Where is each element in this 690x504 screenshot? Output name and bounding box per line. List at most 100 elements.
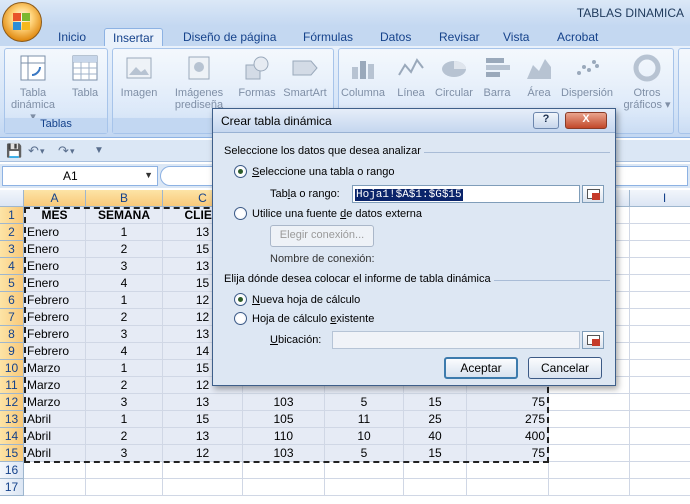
row-header-17[interactable]: 17: [0, 479, 24, 496]
row-header-11[interactable]: 11: [0, 377, 24, 394]
cell-b10[interactable]: 1: [86, 360, 163, 377]
column-chart-button[interactable]: Columna: [339, 53, 387, 99]
cell-b11[interactable]: 2: [86, 377, 163, 394]
cell-i6[interactable]: [630, 292, 690, 309]
pivot-table-button[interactable]: Tabla dinámica ▾: [7, 53, 59, 123]
cell-a12[interactable]: Marzo: [24, 394, 86, 411]
cell-i10[interactable]: [630, 360, 690, 377]
cell-e17[interactable]: [325, 479, 404, 496]
tab-vista[interactable]: Vista: [495, 28, 537, 46]
radio-existing-sheet[interactable]: [234, 312, 247, 325]
cell-b16[interactable]: [86, 462, 163, 479]
row-header-13[interactable]: 13: [0, 411, 24, 428]
save-icon[interactable]: 💾: [6, 143, 22, 159]
cell-b3[interactable]: 2: [86, 241, 163, 258]
radio-existing-sheet-label[interactable]: Hoja de cálculo existente: [252, 313, 374, 325]
cell-d17[interactable]: [243, 479, 325, 496]
cell-a9[interactable]: Febrero: [24, 343, 86, 360]
cell-f17[interactable]: [404, 479, 467, 496]
cell-e16[interactable]: [325, 462, 404, 479]
cell-d13[interactable]: 105: [243, 411, 325, 428]
tab-acrobat[interactable]: Acrobat: [549, 28, 606, 46]
cell-e12[interactable]: 5: [325, 394, 404, 411]
cell-g16[interactable]: [467, 462, 549, 479]
name-box-dropdown-icon[interactable]: ▼: [144, 170, 153, 180]
cell-a17[interactable]: [24, 479, 86, 496]
line-chart-button[interactable]: Línea: [391, 53, 431, 99]
cell-h15[interactable]: [549, 445, 630, 462]
cell-b12[interactable]: 3: [86, 394, 163, 411]
cell-f15[interactable]: 15: [404, 445, 467, 462]
cell-a13[interactable]: Abril: [24, 411, 86, 428]
row-header-9[interactable]: 9: [0, 343, 24, 360]
customize-qat-icon[interactable]: ▼: [94, 145, 104, 156]
smartart-button[interactable]: SmartArt: [279, 53, 331, 99]
office-button[interactable]: [2, 2, 42, 42]
row-header-3[interactable]: 3: [0, 241, 24, 258]
cell-c12[interactable]: 13: [163, 394, 243, 411]
cell-a10[interactable]: Marzo: [24, 360, 86, 377]
select-all-corner[interactable]: [0, 190, 24, 207]
cell-g17[interactable]: [467, 479, 549, 496]
cell-a1[interactable]: MES: [24, 207, 86, 224]
radio-new-sheet-label[interactable]: Nueva hoja de cálculo: [252, 294, 360, 306]
row-header-1[interactable]: 1: [0, 207, 24, 224]
cell-b14[interactable]: 2: [86, 428, 163, 445]
cell-f14[interactable]: 40: [404, 428, 467, 445]
tab-datos[interactable]: Datos: [372, 28, 419, 46]
location-input[interactable]: [332, 331, 580, 349]
row-header-10[interactable]: 10: [0, 360, 24, 377]
cell-a16[interactable]: [24, 462, 86, 479]
cancel-button[interactable]: Cancelar: [528, 357, 602, 379]
row-header-16[interactable]: 16: [0, 462, 24, 479]
column-header-a[interactable]: A: [24, 190, 86, 207]
tab-inicio[interactable]: Inicio: [50, 28, 94, 46]
cell-b15[interactable]: 3: [86, 445, 163, 462]
cell-c15[interactable]: 12: [163, 445, 243, 462]
cell-h17[interactable]: [549, 479, 630, 496]
cell-a8[interactable]: Febrero: [24, 326, 86, 343]
name-box[interactable]: A1 ▼: [2, 166, 158, 186]
cell-b2[interactable]: 1: [86, 224, 163, 241]
cell-e15[interactable]: 5: [325, 445, 404, 462]
cell-b17[interactable]: [86, 479, 163, 496]
cell-c14[interactable]: 13: [163, 428, 243, 445]
tab-diseno-pagina[interactable]: Diseño de página: [175, 28, 284, 46]
cell-b4[interactable]: 3: [86, 258, 163, 275]
cell-c16[interactable]: [163, 462, 243, 479]
row-header-8[interactable]: 8: [0, 326, 24, 343]
other-charts-button[interactable]: Otros gráficos ▾: [621, 53, 673, 111]
cell-b5[interactable]: 4: [86, 275, 163, 292]
row-header-5[interactable]: 5: [0, 275, 24, 292]
undo-icon[interactable]: ↶: [28, 143, 39, 159]
cell-a6[interactable]: Febrero: [24, 292, 86, 309]
row-header-7[interactable]: 7: [0, 309, 24, 326]
cell-h14[interactable]: [549, 428, 630, 445]
cell-d12[interactable]: 103: [243, 394, 325, 411]
cell-i13[interactable]: [630, 411, 690, 428]
cell-g12[interactable]: 75: [467, 394, 549, 411]
column-header-i[interactable]: I: [630, 190, 690, 207]
column-header-b[interactable]: B: [86, 190, 163, 207]
row-header-2[interactable]: 2: [0, 224, 24, 241]
row-header-6[interactable]: 6: [0, 292, 24, 309]
cell-i1[interactable]: [630, 207, 690, 224]
cell-i17[interactable]: [630, 479, 690, 496]
cell-i14[interactable]: [630, 428, 690, 445]
radio-select-table-label[interactable]: Seleccione una tabla o rango: [252, 166, 395, 178]
ok-button[interactable]: Aceptar: [444, 357, 518, 379]
cell-b9[interactable]: 4: [86, 343, 163, 360]
picture-button[interactable]: Imagen: [117, 53, 161, 99]
help-button[interactable]: ?: [533, 112, 559, 129]
cell-a4[interactable]: Enero: [24, 258, 86, 275]
undo-dropdown-icon[interactable]: ▾: [40, 146, 45, 157]
location-picker-button[interactable]: [582, 331, 604, 349]
cell-h16[interactable]: [549, 462, 630, 479]
cell-b13[interactable]: 1: [86, 411, 163, 428]
cell-i11[interactable]: [630, 377, 690, 394]
cell-d15[interactable]: 103: [243, 445, 325, 462]
cell-h12[interactable]: [549, 394, 630, 411]
redo-icon[interactable]: ↷: [58, 143, 69, 159]
scatter-chart-button[interactable]: Dispersión: [559, 53, 615, 99]
cell-d14[interactable]: 110: [243, 428, 325, 445]
